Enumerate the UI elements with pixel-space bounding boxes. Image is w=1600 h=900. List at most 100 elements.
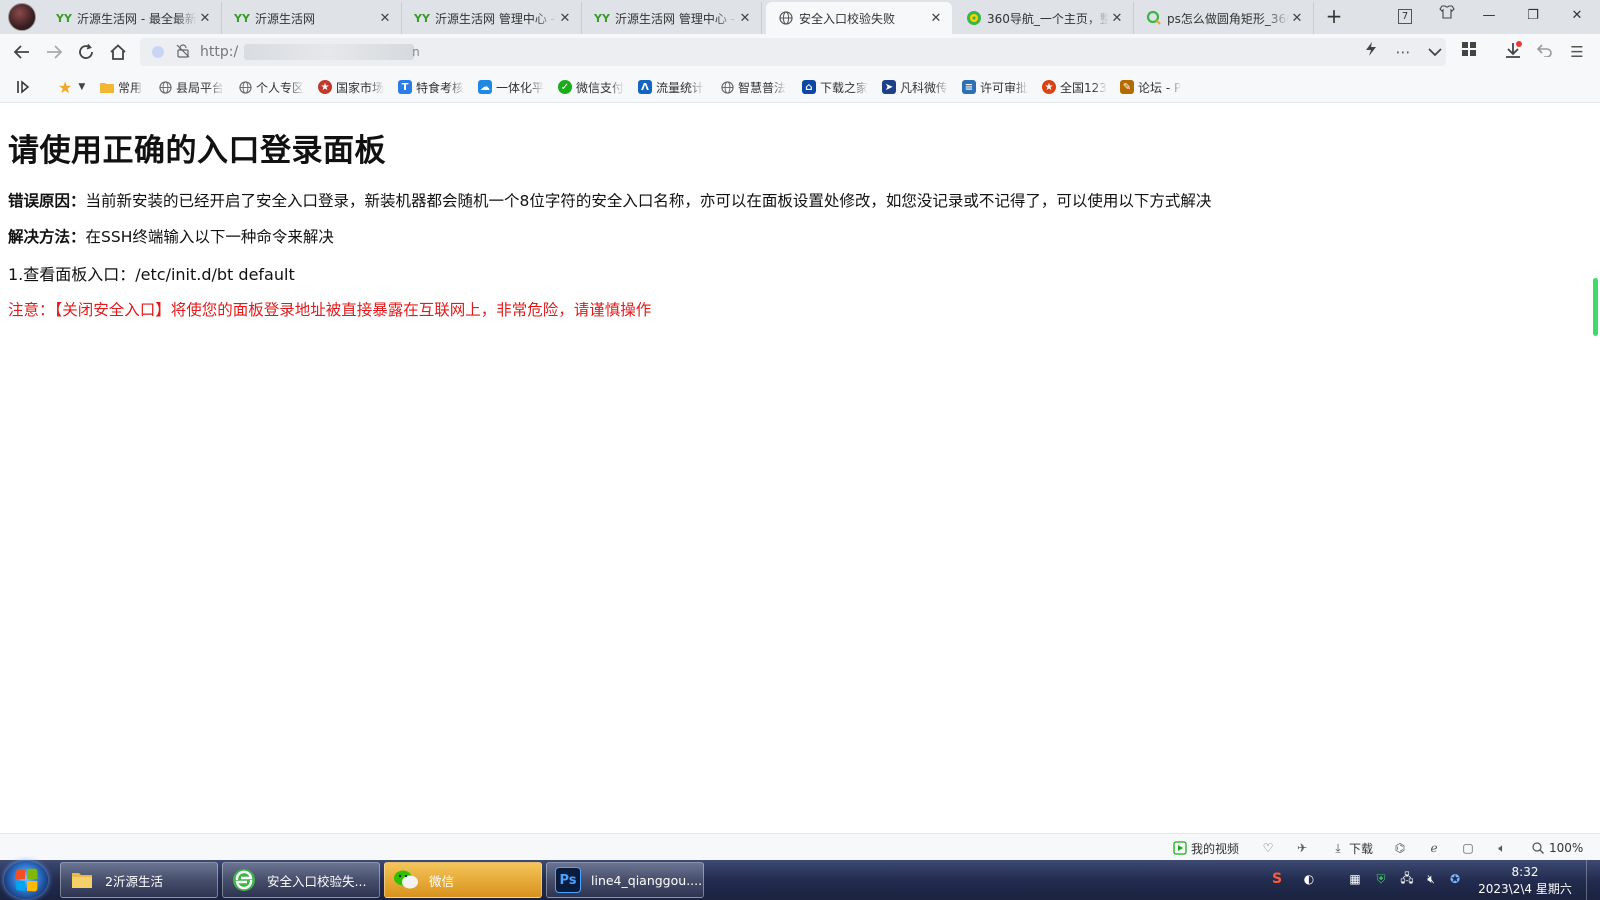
folder-icon bbox=[69, 867, 95, 893]
site-info-icon[interactable] bbox=[152, 46, 164, 58]
page-content: 请使用正确的入口登录面板 错误原因：当前新安装的已经开启了安全入口登录，新装机器… bbox=[0, 103, 1600, 833]
bookmark-3[interactable]: ★ 国家市场 bbox=[318, 78, 390, 96]
tab-close-icon[interactable]: ✕ bbox=[737, 11, 753, 26]
bookmark-11[interactable]: ≡ 许可审批 bbox=[962, 78, 1034, 96]
arrow-cursor-icon: ➤ bbox=[882, 80, 896, 94]
taskbar-item-wechat[interactable]: 微信 bbox=[384, 862, 542, 898]
ie-compat-icon[interactable]: ℯ bbox=[1426, 840, 1445, 856]
clock-time: 8:32 bbox=[1511, 865, 1539, 879]
restore-button[interactable]: ❐ bbox=[1518, 4, 1548, 28]
tab-close-icon[interactable]: ✕ bbox=[1109, 11, 1125, 26]
bookmark-0[interactable]: 常用 bbox=[100, 78, 156, 96]
tab-close-icon[interactable]: ✕ bbox=[1289, 11, 1305, 26]
lightning-icon[interactable] bbox=[1360, 41, 1382, 63]
my-video-button[interactable]: 我的视频 bbox=[1172, 840, 1239, 856]
new-tab-button[interactable]: + bbox=[1322, 6, 1346, 28]
tab-yy-admin-2[interactable]: YY 沂源生活网 管理中心 - ✕ bbox=[582, 2, 762, 34]
tab-close-icon[interactable]: ✕ bbox=[928, 11, 944, 26]
sidebar-toggle-icon[interactable] bbox=[16, 78, 30, 96]
speedup-icon[interactable]: ✈ bbox=[1294, 840, 1313, 856]
tab-360-nav[interactable]: 360导航_一个主页，整 ✕ bbox=[954, 2, 1134, 34]
show-desktop-button[interactable] bbox=[1586, 860, 1600, 900]
volume-muted-icon[interactable]: 🔇︎ bbox=[1422, 870, 1440, 888]
bookmark-8[interactable]: 智慧普法 bbox=[720, 78, 792, 96]
home-icon bbox=[110, 44, 126, 60]
system-clock[interactable]: 8:32 2023\2\4 星期六 bbox=[1478, 864, 1572, 898]
tab-close-icon[interactable]: ✕ bbox=[557, 11, 573, 26]
not-secure-icon[interactable] bbox=[176, 43, 190, 61]
user-avatar[interactable] bbox=[8, 3, 36, 31]
skin-icon[interactable] bbox=[1432, 4, 1462, 28]
tab-ps-rounded-rect[interactable]: ps怎么做圆角矩形_360 ✕ bbox=[1134, 2, 1314, 34]
favorites-star-icon[interactable]: ★ ▼ bbox=[58, 78, 85, 96]
tab-count-button[interactable]: 7 bbox=[1390, 4, 1420, 28]
bookmark-2[interactable]: 个人专区 bbox=[238, 78, 310, 96]
tab-strip: YY 沂源生活网 - 最全最新 ✕ YY 沂源生活网 ✕ YY 沂源生活网 管理… bbox=[0, 0, 1600, 34]
menu-icon[interactable]: ☰ bbox=[1566, 41, 1588, 63]
security-warning: 注意：【关闭安全入口】将使您的面板登录地址被直接暴露在互联网上，非常危险，请谨慎… bbox=[8, 301, 652, 319]
scroll-indicator[interactable] bbox=[1593, 278, 1598, 336]
browser-status-bar: 我的视频 ♡ ✈ ⤓ 下载 ⌬ ℯ ▢ 🔈︎ 100% bbox=[0, 833, 1600, 860]
yy-logo-icon: YY bbox=[56, 11, 72, 25]
ime-mode-icon[interactable]: ◐ bbox=[1300, 870, 1318, 888]
url-text[interactable]: http:/ bbox=[200, 44, 238, 60]
bookmark-9[interactable]: ⌂ 下载之家 bbox=[802, 78, 874, 96]
url-redacted bbox=[244, 44, 415, 60]
tab-yy-home[interactable]: YY 沂源生活网 - 最全最新 ✕ bbox=[44, 2, 222, 34]
tab-yy-site[interactable]: YY 沂源生活网 ✕ bbox=[222, 2, 402, 34]
360-browser-icon bbox=[231, 867, 257, 893]
bookmark-13[interactable]: ✎ 论坛 - P bbox=[1120, 78, 1188, 96]
tab-close-icon[interactable]: ✕ bbox=[197, 11, 213, 26]
minimize-button[interactable]: — bbox=[1474, 4, 1504, 28]
reload-button[interactable] bbox=[74, 40, 98, 64]
home-button[interactable] bbox=[106, 40, 130, 64]
bookmark-4[interactable]: T 特食考核 bbox=[398, 78, 470, 96]
forum-icon: ✎ bbox=[1120, 80, 1134, 94]
photoshop-icon: Ps bbox=[555, 867, 581, 893]
sogou-ime-icon[interactable]: S bbox=[1268, 870, 1286, 888]
network-icon[interactable]: 🖧︎ bbox=[1398, 870, 1416, 888]
360-search-icon bbox=[1146, 10, 1162, 26]
zoom-control[interactable]: 100% bbox=[1530, 840, 1583, 856]
sound-icon[interactable]: 🔈︎ bbox=[1494, 840, 1513, 856]
bookmark-7[interactable]: Λ 流量统计 bbox=[638, 78, 712, 96]
start-button[interactable] bbox=[4, 861, 48, 899]
bookmark-12[interactable]: ★ 全国123 bbox=[1042, 78, 1110, 96]
health-icon[interactable]: ♡ bbox=[1260, 840, 1279, 856]
clock-date: 2023\2\4 星期六 bbox=[1478, 882, 1572, 896]
taskbar-item-photoshop[interactable]: Ps line4_qianggou.... bbox=[546, 862, 704, 898]
url-tail: n bbox=[412, 45, 420, 59]
bookmark-10[interactable]: ➤ 凡科微传 bbox=[882, 78, 954, 96]
yy-logo-icon: YY bbox=[414, 11, 430, 25]
zoom-icon bbox=[1530, 841, 1546, 855]
window-mode-icon[interactable]: ▢ bbox=[1460, 840, 1479, 856]
windows-logo-icon bbox=[15, 868, 38, 892]
back-button[interactable] bbox=[10, 40, 34, 64]
bookmark-6[interactable]: ✓ 微信支付 bbox=[558, 78, 630, 96]
undo-close-icon[interactable] bbox=[1534, 41, 1556, 63]
tab-close-icon[interactable]: ✕ bbox=[377, 11, 393, 26]
download-arrow-icon: ⤓ bbox=[1335, 840, 1341, 855]
bluetooth-icon[interactable]: ✪ bbox=[1446, 870, 1464, 888]
action-center-icon[interactable]: ▦ bbox=[1346, 870, 1364, 888]
wechat-pay-icon: ✓ bbox=[558, 80, 572, 94]
tab-security-check-failed[interactable]: 安全入口校验失败 ✕ bbox=[766, 2, 952, 34]
security-shield-icon[interactable]: ⛨ bbox=[1372, 870, 1390, 888]
apps-grid-icon[interactable] bbox=[1458, 41, 1480, 63]
download-icon[interactable] bbox=[1502, 41, 1524, 63]
tab-yy-admin-1[interactable]: YY 沂源生活网 管理中心 - ✕ bbox=[402, 2, 582, 34]
360-icon bbox=[966, 10, 982, 26]
incognito-icon[interactable]: ⌬ bbox=[1392, 840, 1411, 856]
taskbar-item-explorer[interactable]: 2沂源生活 bbox=[60, 862, 218, 898]
video-play-icon bbox=[1172, 841, 1188, 855]
bookmark-5[interactable]: ☁ 一体化平 bbox=[478, 78, 548, 96]
download-status-button[interactable]: ⤓ 下载 bbox=[1330, 840, 1373, 856]
more-options-icon[interactable]: ⋯ bbox=[1392, 41, 1414, 63]
address-bar[interactable]: http:/ n bbox=[140, 38, 1446, 66]
close-window-button[interactable]: ✕ bbox=[1562, 4, 1592, 28]
bookmark-1[interactable]: 县局平台 bbox=[158, 78, 232, 96]
forward-button[interactable] bbox=[42, 40, 66, 64]
yy-logo-icon: YY bbox=[234, 11, 250, 25]
chevron-down-icon[interactable] bbox=[1424, 41, 1446, 63]
taskbar-item-browser[interactable]: 安全入口校验失... bbox=[222, 862, 380, 898]
